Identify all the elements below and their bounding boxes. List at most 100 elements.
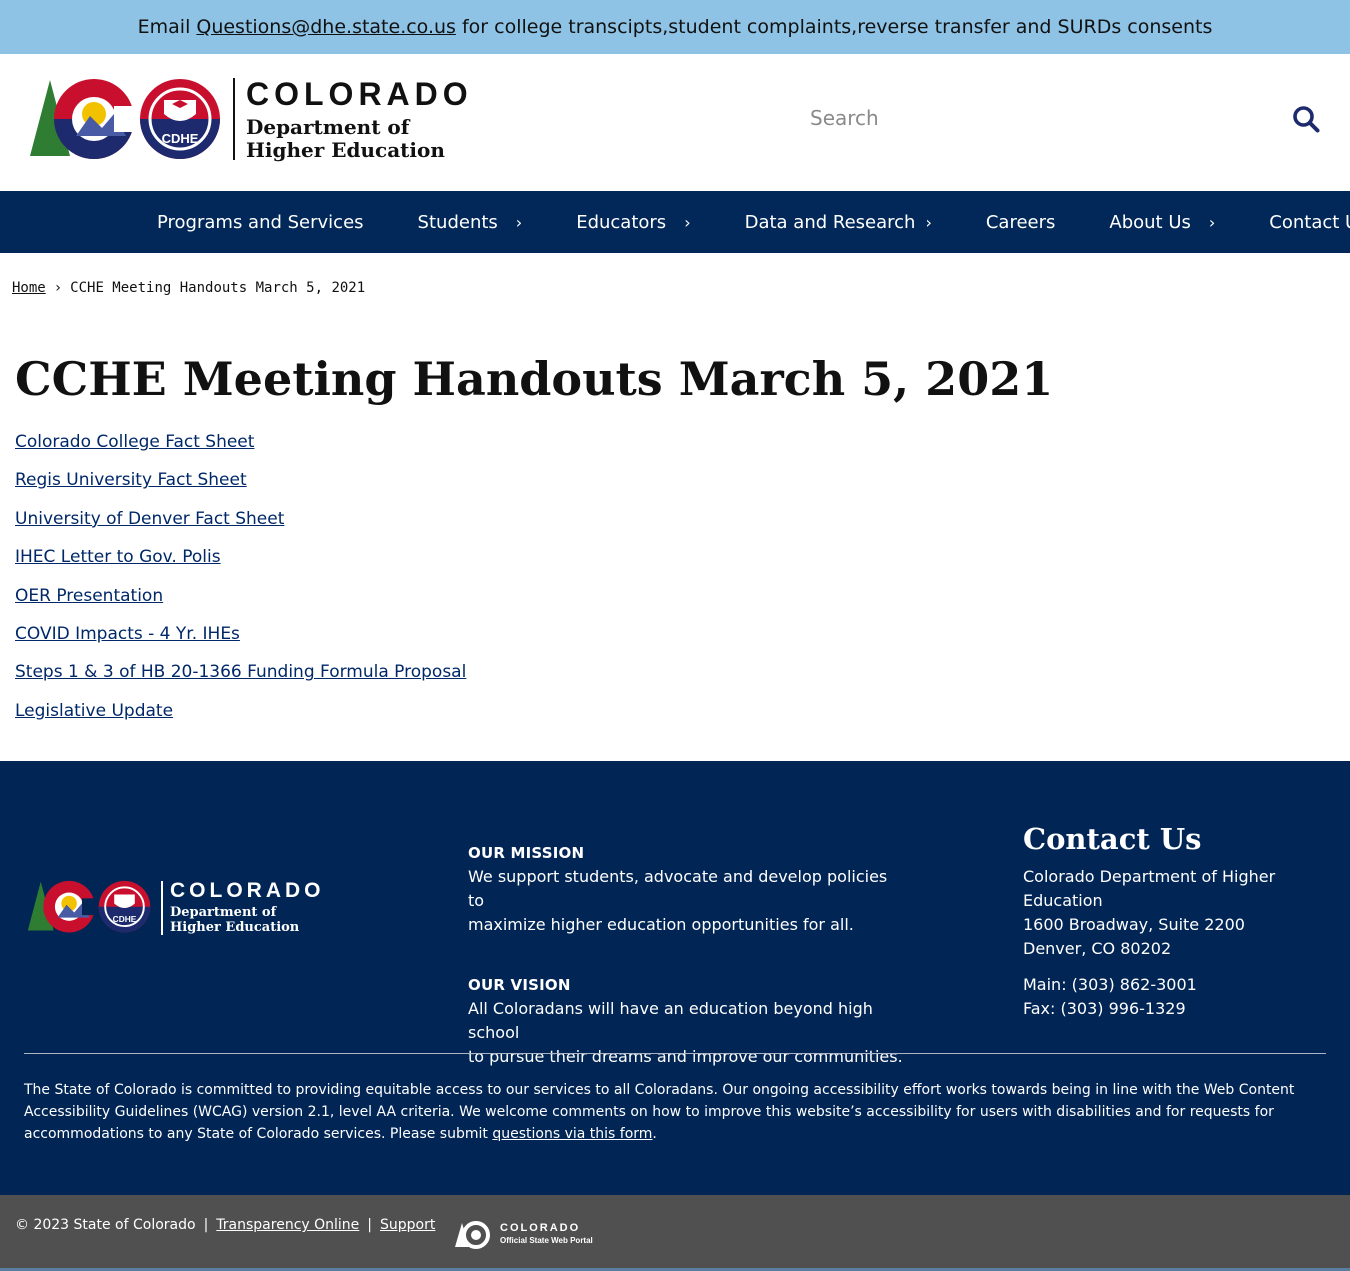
cdhe-logo[interactable]: CDHE COLORADO Department of Higher Educa… xyxy=(28,76,488,166)
contact-heading: Contact Us xyxy=(1023,822,1202,856)
handout-links-list: Colorado College Fact Sheet Regis Univer… xyxy=(15,432,466,739)
mission-text: We support students, advocate and develo… xyxy=(468,865,908,937)
logo-divider xyxy=(233,78,235,160)
list-item: Colorado College Fact Sheet xyxy=(15,432,466,470)
nav-item-label: Contact Us xyxy=(1269,211,1350,233)
bottom-links: © 2023 State of Colorado | Transparency … xyxy=(15,1217,435,1233)
site-footer: CDHE COLORADO Department of Higher Educa… xyxy=(0,761,1350,1195)
accessibility-form-link[interactable]: questions via this form xyxy=(492,1126,652,1142)
handout-link[interactable]: Steps 1 & 3 of HB 20-1366 Funding Formul… xyxy=(15,662,466,682)
breadcrumb-current: CCHE Meeting Handouts March 5, 2021 xyxy=(70,280,366,296)
footer-logo-subtitle-line1: Department of xyxy=(170,905,277,920)
support-link[interactable]: Support xyxy=(380,1217,435,1233)
contact-city: Denver, CO 80202 xyxy=(1023,939,1172,958)
footer-divider xyxy=(24,1053,1326,1054)
colorado-portal-icon xyxy=(455,1221,490,1249)
footer-logo-subtitle-line2: Higher Education xyxy=(170,920,300,935)
nav-item-programs-and-services[interactable]: Programs and Services xyxy=(130,191,391,253)
mission-line: We support students, advocate and develo… xyxy=(468,867,888,910)
transparency-online-link[interactable]: Transparency Online xyxy=(216,1217,359,1233)
breadcrumb: Home › CCHE Meeting Handouts March 5, 20… xyxy=(12,280,365,296)
vision-line: to pursue their dreams and improve our c… xyxy=(468,1047,903,1066)
nav-item-label: Programs and Services xyxy=(157,211,364,233)
nav-item-educators[interactable]: Educators › xyxy=(549,191,717,253)
alert-email-link[interactable]: Questions@dhe.state.co.us xyxy=(196,16,456,38)
logo-subtitle: Department of Higher Education xyxy=(246,116,445,162)
list-item: University of Denver Fact Sheet xyxy=(15,509,466,547)
search-button[interactable] xyxy=(1288,102,1324,138)
colorado-portal-logo[interactable]: COLORADO Official State Web Portal xyxy=(454,1219,604,1251)
logo-subtitle-line1: Department of xyxy=(246,115,410,139)
alert-banner: Email Questions@dhe.state.co.us for coll… xyxy=(0,0,1350,54)
footer-logo-wordmark: COLORADO xyxy=(170,879,325,902)
logo-wordmark: COLORADO xyxy=(246,76,473,112)
svg-text:CDHE: CDHE xyxy=(113,914,137,924)
nav-item-label: Students xyxy=(417,211,498,233)
handout-link[interactable]: Colorado College Fact Sheet xyxy=(15,432,254,452)
search-input[interactable] xyxy=(796,96,1266,140)
nav-item-contact-us[interactable]: Contact Us xyxy=(1242,191,1350,253)
main-nav: Programs and Services Students › Educato… xyxy=(0,191,1350,253)
footer-logo[interactable]: CDHE COLORADO Department of Higher Educa… xyxy=(24,879,334,939)
alert-suffix: for college transcipts,student complaint… xyxy=(461,16,1213,38)
accessibility-statement: The State of Colorado is committed to pr… xyxy=(24,1079,1324,1145)
bottom-bar: © 2023 State of Colorado | Transparency … xyxy=(0,1195,1350,1268)
list-item: OER Presentation xyxy=(15,586,466,624)
mission-line: maximize higher education opportunities … xyxy=(468,915,854,934)
search-icon xyxy=(1293,105,1320,132)
handout-link[interactable]: Regis University Fact Sheet xyxy=(15,470,247,490)
chevron-right-icon: › xyxy=(925,212,932,232)
vision-line: All Coloradans will have an education be… xyxy=(468,999,873,1042)
breadcrumb-home-link[interactable]: Home xyxy=(12,280,46,296)
cdhe-logo-mark-icon: CDHE xyxy=(27,880,151,933)
nav-item-label: Data and Research xyxy=(744,211,916,233)
nav-item-label: Careers xyxy=(985,211,1056,233)
handout-link[interactable]: OER Presentation xyxy=(15,586,163,606)
logo-subtitle-line2: Higher Education xyxy=(246,138,445,162)
handout-link[interactable]: IHEC Letter to Gov. Polis xyxy=(15,547,221,567)
mission-heading: OUR MISSION xyxy=(468,844,585,862)
list-item: COVID Impacts - 4 Yr. IHEs xyxy=(15,624,466,662)
list-item: Legislative Update xyxy=(15,701,466,739)
copyright: © 2023 State of Colorado xyxy=(15,1217,196,1233)
footer-logo-subtitle: Department of Higher Education xyxy=(170,905,299,935)
list-item: IHEC Letter to Gov. Polis xyxy=(15,547,466,585)
main-nav-list: Programs and Services Students › Educato… xyxy=(130,191,1350,253)
page-title: CCHE Meeting Handouts March 5, 2021 xyxy=(15,352,1054,406)
chevron-right-icon: › xyxy=(515,212,523,232)
vision-text: All Coloradans will have an education be… xyxy=(468,997,908,1069)
nav-item-data-and-research[interactable]: Data and Research › xyxy=(718,191,959,253)
list-item: Steps 1 & 3 of HB 20-1366 Funding Formul… xyxy=(15,662,466,700)
bottom-separator: | xyxy=(203,1217,209,1233)
nav-item-careers[interactable]: Careers xyxy=(959,191,1083,253)
accessibility-text: The State of Colorado is committed to pr… xyxy=(24,1082,1295,1142)
chevron-right-icon: › xyxy=(684,212,691,232)
cdhe-logo-mark-icon: CDHE xyxy=(30,79,220,159)
svg-text:CDHE: CDHE xyxy=(162,131,199,146)
contact-fax: Fax: (303) 996-1329 xyxy=(1023,999,1186,1018)
footer-logo-divider xyxy=(161,881,163,935)
contact-address: Colorado Department of Higher Education … xyxy=(1023,865,1343,961)
mission-vision: OUR MISSION We support students, advocat… xyxy=(468,841,908,1105)
handout-link[interactable]: COVID Impacts - 4 Yr. IHEs xyxy=(15,624,240,644)
portal-subtitle: Official State Web Portal xyxy=(500,1236,593,1245)
bottom-separator: | xyxy=(367,1217,373,1233)
contact-street: 1600 Broadway, Suite 2200 xyxy=(1023,915,1245,934)
portal-wordmark: COLORADO xyxy=(500,1222,581,1234)
vision-heading: OUR VISION xyxy=(468,976,571,994)
contact-org: Colorado Department of Higher Education xyxy=(1023,867,1276,910)
nav-item-students[interactable]: Students › xyxy=(391,191,550,253)
handout-link[interactable]: Legislative Update xyxy=(15,701,173,721)
list-item: Regis University Fact Sheet xyxy=(15,470,466,508)
accessibility-end: . xyxy=(652,1126,657,1142)
nav-item-label: About Us xyxy=(1109,211,1191,233)
contact-main-phone: Main: (303) 862-3001 xyxy=(1023,975,1197,994)
site-header: CDHE COLORADO Department of Higher Educa… xyxy=(0,54,1350,191)
handout-link[interactable]: University of Denver Fact Sheet xyxy=(15,509,284,529)
footer-contact: Contact Us Colorado Department of Higher… xyxy=(1023,822,1343,1021)
nav-item-about-us[interactable]: About Us › xyxy=(1082,191,1242,253)
nav-item-label: Educators xyxy=(576,211,667,233)
alert-prefix: Email xyxy=(137,16,191,38)
breadcrumb-separator: › xyxy=(53,280,63,296)
chevron-right-icon: › xyxy=(1208,212,1216,232)
